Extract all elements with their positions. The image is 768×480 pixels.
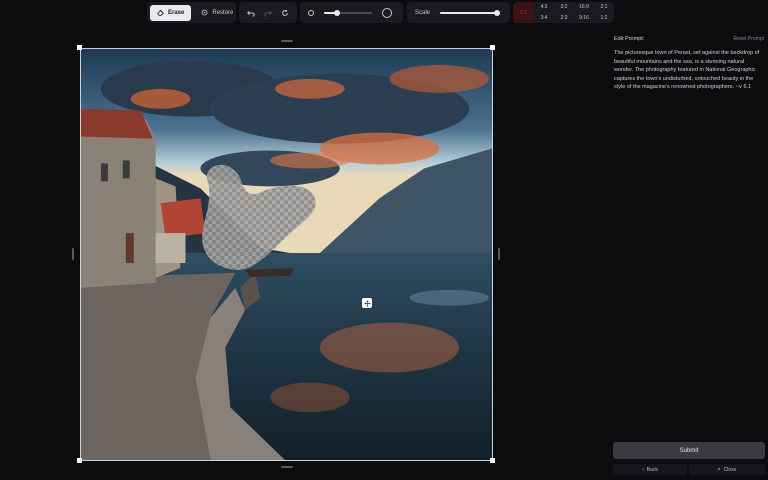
close-button[interactable]: × Close — [689, 464, 765, 475]
edit-prompt-panel: Edit Prompt: Reset Prompt The picturesqu… — [609, 30, 768, 480]
edit-prompt-label: Edit Prompt: — [614, 36, 645, 42]
corner-handle-top-left[interactable] — [77, 45, 82, 50]
eraser-icon — [157, 9, 164, 16]
bottom-edge-grip[interactable] — [281, 466, 293, 468]
ratio-option[interactable]: 3:2 — [561, 4, 568, 10]
brush-size-group — [300, 2, 403, 23]
restore-label: Restore — [212, 9, 234, 16]
scale-slider[interactable] — [440, 9, 500, 16]
ratio-option[interactable]: 9:16 — [579, 15, 589, 21]
scale-fill — [440, 11, 497, 14]
ratio-option[interactable]: 16:9 — [579, 4, 589, 10]
brush-large-icon — [382, 7, 392, 18]
corner-handle-bottom-left[interactable] — [77, 458, 82, 463]
brush-small-icon — [308, 9, 314, 16]
redo-button[interactable] — [262, 7, 274, 19]
back-button[interactable]: ‹ Back — [613, 464, 687, 475]
submit-button[interactable]: Submit — [613, 442, 765, 459]
reset-prompt-link[interactable]: Reset Prompt — [733, 36, 764, 42]
prompt-textarea[interactable]: The picturesque town of Perast, set agai… — [614, 49, 764, 92]
reset-button[interactable] — [279, 7, 291, 19]
back-arrow-icon: ‹ — [642, 466, 644, 473]
ratio-option-active[interactable]: 1:1 — [513, 2, 534, 23]
undo-icon — [246, 10, 255, 17]
scale-knob[interactable] — [493, 9, 500, 16]
ratio-option[interactable]: 1:2 — [601, 15, 608, 21]
right-edge-grip[interactable] — [498, 248, 500, 260]
corner-handle-bottom-right[interactable] — [490, 458, 495, 463]
close-label: Close — [723, 466, 737, 473]
left-edge-grip[interactable] — [72, 248, 74, 260]
brush-size-slider[interactable] — [324, 9, 372, 16]
aspect-ratio-group: 1:1 4:3 3:2 16:9 2:1 3:4 2:3 9:16 1:2 — [513, 2, 614, 23]
erase-button[interactable]: Erase — [150, 4, 192, 21]
move-handle[interactable] — [362, 298, 372, 308]
ratio-option[interactable]: 2:1 — [601, 4, 608, 10]
ratio-option[interactable]: 2:3 — [561, 15, 568, 21]
undo-button[interactable] — [245, 7, 257, 19]
ratio-option[interactable]: 4:3 — [541, 4, 548, 10]
back-label: Back — [646, 466, 658, 473]
top-edge-grip[interactable] — [281, 40, 293, 42]
ratio-grid: 4:3 3:2 16:9 2:1 3:4 2:3 9:16 1:2 — [534, 2, 614, 23]
erase-label: Erase — [168, 9, 185, 16]
history-group — [239, 2, 297, 23]
landscape-image — [81, 49, 492, 460]
ratio-option[interactable]: 3:4 — [541, 15, 548, 21]
corner-handle-top-right[interactable] — [490, 45, 495, 50]
restore-icon — [201, 9, 208, 16]
scale-group: Scale — [407, 2, 510, 23]
brush-size-knob[interactable] — [334, 9, 341, 16]
reset-icon — [282, 9, 289, 16]
close-icon: × — [717, 466, 721, 473]
scale-label: Scale — [415, 9, 431, 16]
redo-icon — [264, 10, 272, 17]
restore-button[interactable]: Restore — [194, 5, 240, 21]
mode-toggle-group: Erase Restore — [147, 2, 236, 23]
move-icon — [364, 300, 370, 306]
image-canvas[interactable] — [80, 48, 493, 461]
